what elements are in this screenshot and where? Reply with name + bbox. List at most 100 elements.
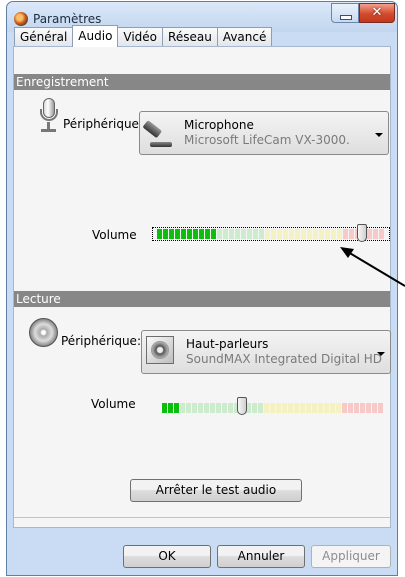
playback-meter-segment <box>372 403 377 413</box>
playback-device-select[interactable]: Haut-parleurs SoundMAX Integrated Digita… <box>141 330 391 374</box>
recording-meter-segment <box>349 229 354 239</box>
playback-meter-segment <box>270 403 275 413</box>
recording-device-select[interactable]: Microphone Microsoft LifeCam VX-3000. <box>139 111 389 155</box>
recording-meter-segment <box>181 229 186 239</box>
playback-meter-segment <box>342 403 347 413</box>
recording-section-header: Enregistrement <box>14 74 390 90</box>
playback-meter-segment <box>294 403 299 413</box>
window-title: Paramètres <box>33 12 102 26</box>
recording-meter-segment <box>217 229 222 239</box>
footer-divider <box>14 517 390 518</box>
desk-microphone-icon <box>145 118 175 148</box>
playback-meter-segment <box>312 403 317 413</box>
playback-meter-segment <box>198 403 203 413</box>
recording-meter-segment <box>157 229 162 239</box>
stop-audio-test-button[interactable]: Arrêter le test audio <box>130 479 302 502</box>
app-icon <box>14 12 28 26</box>
playback-meter-segment <box>258 403 263 413</box>
playback-meter-segment <box>162 403 167 413</box>
recording-meter-segment <box>229 229 234 239</box>
recording-meter-segment <box>307 229 312 239</box>
recording-meter-segment <box>331 229 336 239</box>
playback-meter-segment <box>282 403 287 413</box>
playback-meter-segment <box>306 403 311 413</box>
recording-meter-segment <box>259 229 264 239</box>
recording-meter-segment <box>337 229 342 239</box>
playback-device-label: Périphérique: <box>61 334 141 348</box>
tab-advanced[interactable]: Avancé <box>216 27 273 46</box>
playback-meter-segment <box>276 403 281 413</box>
playback-meter-segment <box>168 403 173 413</box>
playback-meter-segment <box>378 403 383 413</box>
recording-meter-segment <box>373 229 378 239</box>
microphone-stand-icon <box>47 122 50 129</box>
recording-meter-segment <box>265 229 270 239</box>
playback-meter-segment <box>252 403 257 413</box>
playback-volume-label: Volume <box>91 397 136 411</box>
recording-meter-segment <box>193 229 198 239</box>
playback-meter-segment <box>228 403 233 413</box>
recording-meter-segment <box>301 229 306 239</box>
speaker-icon <box>29 318 58 347</box>
playback-meter-segment <box>348 403 353 413</box>
playback-meter-segment <box>324 403 329 413</box>
playback-level-meter <box>162 401 386 415</box>
recording-meter-segment <box>205 229 210 239</box>
cancel-button[interactable]: Annuler <box>217 545 305 568</box>
ok-button[interactable]: OK <box>123 545 211 568</box>
microphone-base-icon <box>41 129 56 132</box>
recording-meter-segment <box>169 229 174 239</box>
tab-general[interactable]: Général <box>14 27 74 46</box>
close-button[interactable]: ✕ <box>359 3 395 23</box>
recording-meter-segment <box>325 229 330 239</box>
playback-meter-segment <box>330 403 335 413</box>
close-icon: ✕ <box>371 5 383 20</box>
recording-level-meter <box>152 227 390 241</box>
playback-meter-segment <box>354 403 359 413</box>
playback-meter-segment <box>192 403 197 413</box>
recording-device-label: Périphérique: <box>63 117 143 131</box>
playback-meter-segment <box>216 403 221 413</box>
recording-meter-segment <box>241 229 246 239</box>
minimize-button[interactable] <box>331 3 359 23</box>
recording-meter-segment <box>277 229 282 239</box>
playback-meter-segment <box>336 403 341 413</box>
recording-meter-segment <box>175 229 180 239</box>
recording-meter-segment <box>379 229 384 239</box>
recording-meter-segment <box>211 229 216 239</box>
recording-meter-segment <box>253 229 258 239</box>
tab-audio[interactable]: Audio <box>72 25 119 47</box>
playback-device-name: Haut-parleurs <box>186 337 269 351</box>
recording-meter-segment <box>199 229 204 239</box>
tab-network[interactable]: Réseau <box>162 27 218 46</box>
playback-meter-segment <box>210 403 215 413</box>
speaker-device-icon <box>146 336 174 364</box>
recording-meter-segment <box>343 229 348 239</box>
recording-meter-segment <box>163 229 168 239</box>
recording-meter-segment <box>313 229 318 239</box>
recording-meter-segment <box>367 229 372 239</box>
recording-meter-segment <box>295 229 300 239</box>
playback-meter-segment <box>264 403 269 413</box>
recording-meter-segment <box>283 229 288 239</box>
playback-meter-segment <box>174 403 179 413</box>
recording-meter-segment <box>223 229 228 239</box>
tab-strip: Général Audio Vidéo Réseau Avancé <box>14 25 273 47</box>
playback-meter-segment <box>360 403 365 413</box>
playback-meter-segment <box>366 403 371 413</box>
recording-meter-segment <box>235 229 240 239</box>
playback-section-header: Lecture <box>14 291 390 307</box>
recording-device-model: Microsoft LifeCam VX-3000. <box>184 133 350 147</box>
recording-meter-segment <box>319 229 324 239</box>
playback-volume-slider[interactable] <box>236 397 247 415</box>
chevron-down-icon <box>375 133 383 137</box>
playback-meter-segment <box>318 403 323 413</box>
recording-device-name: Microphone <box>184 118 254 132</box>
apply-button[interactable]: Appliquer <box>311 545 391 568</box>
recording-volume-slider[interactable] <box>357 224 368 242</box>
audio-panel: Enregistrement Périphérique: Microphone … <box>13 46 391 528</box>
playback-device-model: SoundMAX Integrated Digital HD <box>186 352 383 366</box>
playback-meter-segment <box>186 403 191 413</box>
tab-video[interactable]: Vidéo <box>117 27 164 46</box>
playback-meter-segment <box>204 403 209 413</box>
